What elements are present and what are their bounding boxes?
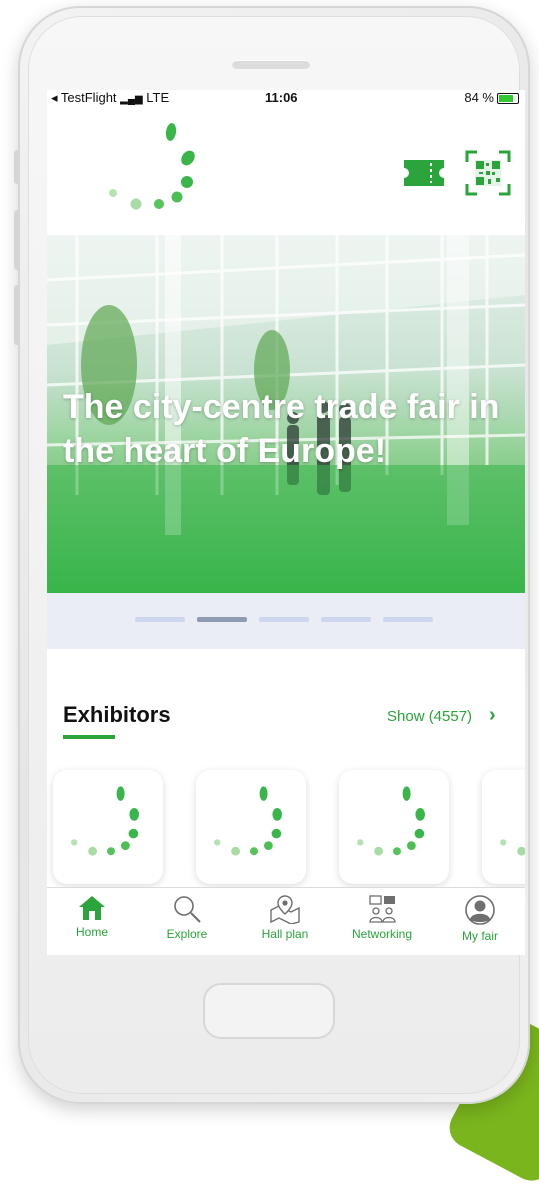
bottom-tab-bar: Home Explore Hall plan Networking My fai… xyxy=(47,887,525,950)
network-label: LTE xyxy=(146,90,170,105)
carousel-dot-3[interactable] xyxy=(259,617,309,622)
tab-networking-label: Networking xyxy=(351,927,413,941)
hero-banner[interactable]: The city-centre trade fair in the heart … xyxy=(47,235,525,593)
exhibitor-logo-3 xyxy=(357,786,425,856)
exhibitor-card-4[interactable] xyxy=(482,770,525,884)
exhibitor-card-1[interactable] xyxy=(53,770,163,884)
phone-speaker xyxy=(232,60,310,69)
status-carrier: ◂ TestFlight ▂▄▆ LTE xyxy=(51,90,169,106)
exhibitor-logo-4 xyxy=(500,839,525,856)
status-time: 11:06 xyxy=(265,90,298,105)
carousel-dot-1[interactable] xyxy=(135,617,185,622)
exhibitor-logo-2 xyxy=(214,786,282,856)
show-all-exhibitors-link[interactable]: Show (4557) xyxy=(387,708,472,725)
tab-hall-plan-label: Hall plan xyxy=(261,927,309,941)
qr-code-scan-icon[interactable] xyxy=(465,150,511,196)
exhibitor-card-2[interactable] xyxy=(196,770,306,884)
status-bar: ◂ TestFlight ▂▄▆ LTE 11:06 84 % xyxy=(47,90,525,106)
tab-explore-label: Explore xyxy=(166,927,208,941)
phone-mute-switch xyxy=(14,150,20,184)
exhibitor-carousel[interactable] xyxy=(53,770,525,888)
user-circle-icon xyxy=(465,895,495,925)
carousel-dot-4[interactable] xyxy=(321,617,371,622)
home-icon xyxy=(79,896,105,920)
carrier-label: ◂ TestFlight xyxy=(51,90,117,105)
phone-home-button[interactable] xyxy=(205,985,333,1037)
exhibitor-card-3[interactable] xyxy=(339,770,449,884)
app-screen: ◂ TestFlight ▂▄▆ LTE 11:06 84 % The city… xyxy=(47,90,525,955)
tab-my-fair-label: My fair xyxy=(462,929,498,943)
tab-my-fair[interactable]: My fair xyxy=(435,894,525,950)
exhibitors-underline xyxy=(63,735,115,739)
tab-explore[interactable]: Explore xyxy=(142,894,232,950)
chevron-right-icon[interactable]: › xyxy=(489,704,496,727)
phone-volume-down xyxy=(14,285,20,345)
phone-volume-up xyxy=(14,210,20,270)
hero-title: The city-centre trade fair in the heart … xyxy=(63,388,500,470)
battery-icon xyxy=(497,93,519,105)
tab-home[interactable]: Home xyxy=(47,894,137,950)
carousel-dot-2[interactable] xyxy=(197,617,247,622)
exhibitors-heading: Exhibitors xyxy=(63,702,171,727)
battery-label: 84 % xyxy=(464,90,494,105)
tab-home-label: Home xyxy=(75,925,108,939)
search-icon xyxy=(174,896,201,923)
ticket-icon[interactable] xyxy=(404,160,444,186)
carousel-dot-5[interactable] xyxy=(383,617,433,622)
tab-networking[interactable]: Networking xyxy=(337,894,427,950)
networking-icon xyxy=(369,895,396,923)
signal-icon: ▂▄▆ xyxy=(120,94,143,105)
status-battery: 84 % xyxy=(464,90,519,105)
spinner-dots-logo xyxy=(109,123,195,210)
tab-hall-plan[interactable]: Hall plan xyxy=(240,894,330,950)
carousel-indicator xyxy=(47,593,525,649)
exhibitor-logo-1 xyxy=(71,786,139,856)
map-pin-icon xyxy=(270,895,300,924)
